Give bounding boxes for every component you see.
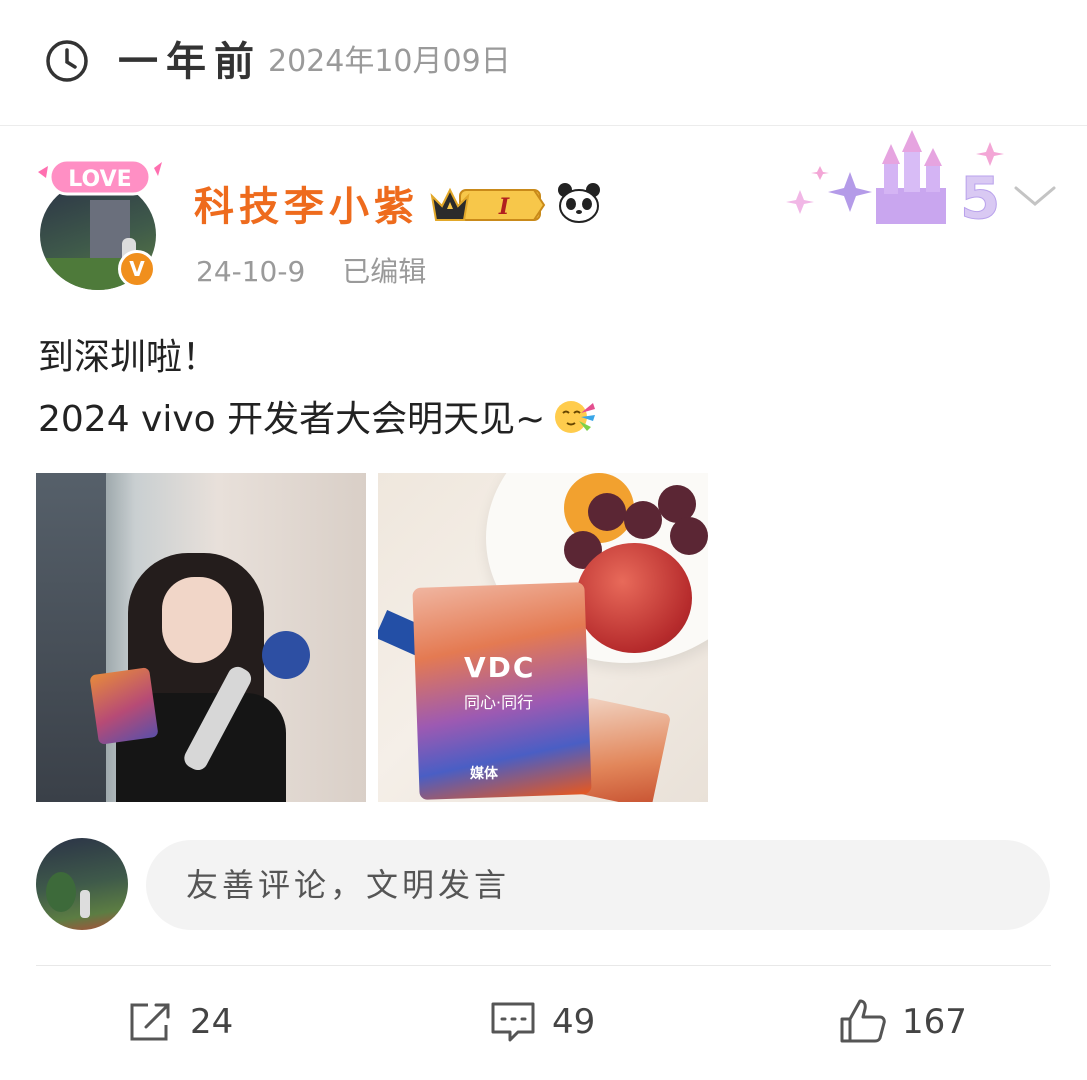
post-date: 24-10-9	[196, 255, 306, 288]
clock-icon	[46, 40, 88, 82]
post-text: 到深圳啦！ 2024 vivo 开发者大会明天见~	[38, 330, 596, 448]
post-text-line2: 2024 vivo 开发者大会明天见~	[38, 392, 596, 448]
relative-time: 一年前	[118, 39, 262, 85]
comment-input[interactable]: 友善评论，文明发言	[146, 840, 1050, 930]
share-count: 24	[190, 1002, 234, 1042]
svg-text:5: 5	[960, 164, 1000, 230]
post-photo-2[interactable]: VDC 同心·同行 媒体	[378, 473, 708, 802]
badge-motto: 同心·同行	[464, 693, 534, 712]
comment-count: 49	[552, 1002, 596, 1042]
timeline-header: 一年前 2024年10月09日	[0, 0, 1087, 126]
badge-logo: VDC	[464, 651, 536, 684]
thumbs-up-icon	[840, 999, 886, 1043]
author-name[interactable]: 科技李小紫	[194, 180, 419, 234]
post-meta: 24-10-9 已编辑	[196, 252, 454, 292]
panda-icon	[558, 183, 600, 223]
divider	[36, 965, 1051, 966]
badge-label: 媒体	[470, 766, 498, 782]
svg-text:LOVE: LOVE	[68, 167, 131, 192]
post-photo-1[interactable]	[36, 473, 366, 802]
post-full-date: 2024年10月09日	[268, 44, 511, 79]
chevron-down-icon[interactable]	[1012, 180, 1058, 210]
like-count: 167	[902, 1002, 967, 1042]
svg-text:I: I	[498, 194, 510, 220]
my-avatar[interactable]	[36, 838, 128, 930]
comment-icon	[491, 1002, 535, 1042]
crown-level-icon: I	[430, 187, 546, 221]
share-icon	[130, 1003, 170, 1041]
post-text-line1: 到深圳啦！	[38, 337, 219, 378]
castle-decoration-icon: 5	[786, 130, 1004, 230]
comment-button[interactable]: 49	[488, 996, 595, 1048]
verified-badge: V	[118, 250, 156, 288]
edited-label: 已编辑	[342, 255, 427, 288]
like-button[interactable]: 167	[838, 996, 967, 1048]
party-face-emoji-icon	[555, 401, 596, 433]
share-button[interactable]: 24	[126, 996, 233, 1048]
love-badge-icon: LOVE	[38, 158, 162, 196]
